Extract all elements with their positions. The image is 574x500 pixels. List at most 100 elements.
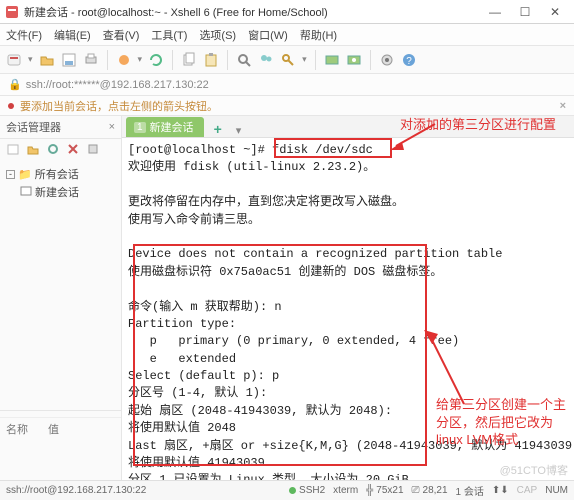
menu-view[interactable]: 查看(V) <box>103 27 140 43</box>
settings-icon[interactable] <box>379 52 395 68</box>
status-cap: CAP <box>517 485 538 496</box>
term-line: 更改将停留在内存中，直到您决定将更改写入磁盘。 <box>128 194 568 211</box>
help-icon[interactable]: ? <box>401 52 417 68</box>
transfer-icon[interactable] <box>324 52 340 68</box>
hint-text: 要添加当前会话，点击左侧的箭头按钮。 <box>20 98 218 114</box>
sidebar-open-icon[interactable] <box>26 142 40 159</box>
menu-edit[interactable]: 编辑(E) <box>54 27 91 43</box>
paste-icon[interactable] <box>203 52 219 68</box>
term-line: 将使用默认值 2048 <box>128 420 568 437</box>
find-icon[interactable] <box>236 52 252 68</box>
disconnect-icon[interactable] <box>116 52 132 68</box>
term-line: 使用磁盘标识符 0x75a0ac51 创建新的 DOS 磁盘标签。 <box>128 264 568 281</box>
hint-bullet-icon <box>8 103 14 109</box>
dropdown-icon-2[interactable]: ▾ <box>138 54 143 65</box>
status-pos: ⎚ 28,21 <box>412 485 448 496</box>
term-line: e extended <box>128 351 568 368</box>
term-line: Last 扇区, +扇区 or +size{K,M,G} (2048-41943… <box>128 438 568 455</box>
titlebar: 新建会话 - root@localhost:~ - Xshell 6 (Free… <box>0 0 574 24</box>
minimize-button[interactable]: — <box>484 5 506 19</box>
term-line: 分区 1 已设置为 Linux 类型, 大小设为 20 GiB <box>128 472 568 480</box>
sidebar-col-value: 值 <box>48 421 59 437</box>
window-title: 新建会话 - root@localhost:~ - Xshell 6 (Free… <box>24 4 484 20</box>
tab-number: 1 <box>134 122 146 133</box>
address-bar: 🔒 ssh://root:******@192.168.217.130:22 <box>0 74 574 96</box>
maximize-button[interactable]: ☐ <box>514 5 536 19</box>
menu-options[interactable]: 选项(S) <box>199 27 236 43</box>
menubar: 文件(F) 编辑(E) 查看(V) 工具(T) 选项(S) 窗口(W) 帮助(H… <box>0 24 574 46</box>
app-icon <box>4 4 20 20</box>
tree-root[interactable]: - 📁 所有会话 <box>6 166 115 182</box>
hint-bar: 要添加当前会话，点击左侧的箭头按钮。 × <box>0 96 574 116</box>
sidebar-toolbar <box>0 139 121 162</box>
print-icon[interactable] <box>83 52 99 68</box>
reconnect-icon[interactable] <box>148 52 164 68</box>
open-folder-icon[interactable] <box>39 52 55 68</box>
status-num: NUM <box>545 485 568 496</box>
sidebar-col-name: 名称 <box>6 421 28 437</box>
term-line <box>128 229 568 246</box>
terminal[interactable]: [root@localhost ~]# fdisk /dev/sdc 欢迎使用 … <box>122 138 574 480</box>
prompt: [root@localhost ~]# <box>128 143 265 157</box>
tree-item[interactable]: 新建会话 <box>20 184 115 200</box>
statusbar: ssh://root@192.168.217.130:22 SSH2 xterm… <box>0 480 574 500</box>
term-line <box>128 177 568 194</box>
tab-bar: 1 新建会话 + ▾ <box>122 116 574 138</box>
session-manager-title-row: 会话管理器 × <box>0 116 121 139</box>
term-line: 将使用默认值 41943039 <box>128 455 568 472</box>
term-line: 命令(输入 m 获取帮助): n <box>128 299 568 316</box>
term-line: 分区号 (1-4, 默认 1): <box>128 385 568 402</box>
key-icon[interactable] <box>280 52 296 68</box>
status-ssh: SSH2 <box>289 485 325 496</box>
main-area: 1 新建会话 + ▾ [root@localhost ~]# fdisk /de… <box>122 116 574 480</box>
tab-label: 新建会话 <box>150 119 194 135</box>
term-line: 起始 扇区 (2048-41943039, 默认为 2048): <box>128 403 568 420</box>
menu-tools[interactable]: 工具(T) <box>151 27 187 43</box>
address-text[interactable]: ssh://root:******@192.168.217.130:22 <box>26 79 209 91</box>
tree-item-label: 新建会话 <box>35 184 79 200</box>
sidebar-bottom-panel: 名称 值 <box>0 410 121 480</box>
status-session: 1 会话 <box>456 483 484 498</box>
tab-list-icon[interactable]: ▾ <box>236 124 242 137</box>
sidebar-new-icon[interactable] <box>6 142 20 159</box>
dropdown-icon[interactable]: ▾ <box>28 54 33 65</box>
tree-collapse-icon[interactable]: - <box>6 170 15 179</box>
tab-session[interactable]: 1 新建会话 <box>126 117 204 137</box>
lock-icon: 🔒 <box>8 78 22 91</box>
new-tab-button[interactable]: + <box>208 121 228 137</box>
svg-text:?: ? <box>406 56 412 67</box>
tunnel-icon[interactable] <box>346 52 362 68</box>
term-line: 欢迎使用 fdisk (util-linux 2.23.2)。 <box>128 159 568 176</box>
status-term: xterm <box>333 485 358 496</box>
folder-icon: 📁 <box>18 168 32 181</box>
menu-help[interactable]: 帮助(H) <box>300 27 337 43</box>
sidebar-props-icon[interactable] <box>86 142 100 159</box>
sidebar-delete-icon[interactable] <box>66 142 80 159</box>
users-icon[interactable] <box>258 52 274 68</box>
dropdown-icon-3[interactable]: ▾ <box>302 54 307 65</box>
term-line <box>128 281 568 298</box>
close-button[interactable]: ✕ <box>544 5 566 19</box>
new-session-icon[interactable] <box>6 52 22 68</box>
tree-root-label: 所有会话 <box>35 166 79 182</box>
cmd: fdisk /dev/sdc <box>265 143 373 157</box>
sidebar-close-icon[interactable]: × <box>109 121 115 133</box>
term-line: Partition type: <box>128 316 568 333</box>
toolbar: ▾ ▾ ▾ ? <box>0 46 574 74</box>
menu-window[interactable]: 窗口(W) <box>248 27 288 43</box>
status-connection: ssh://root@192.168.217.130:22 <box>6 485 146 496</box>
sidebar-bottom-title <box>0 411 121 418</box>
hint-close-icon[interactable]: × <box>560 100 566 112</box>
status-net-icon: ⬆⬇ <box>492 485 509 496</box>
session-manager-title: 会话管理器 <box>6 119 61 135</box>
status-size: ╬ 75x21 <box>366 485 403 496</box>
session-icon <box>20 185 32 200</box>
window-controls: — ☐ ✕ <box>484 5 566 19</box>
term-line: Select (default p): p <box>128 368 568 385</box>
session-tree: - 📁 所有会话 新建会话 <box>0 162 121 204</box>
menu-file[interactable]: 文件(F) <box>6 27 42 43</box>
copy-icon[interactable] <box>181 52 197 68</box>
save-icon[interactable] <box>61 52 77 68</box>
sidebar-refresh-icon[interactable] <box>46 142 60 159</box>
sidebar: 会话管理器 × - 📁 所有会话 新建会话 名称 <box>0 116 122 480</box>
